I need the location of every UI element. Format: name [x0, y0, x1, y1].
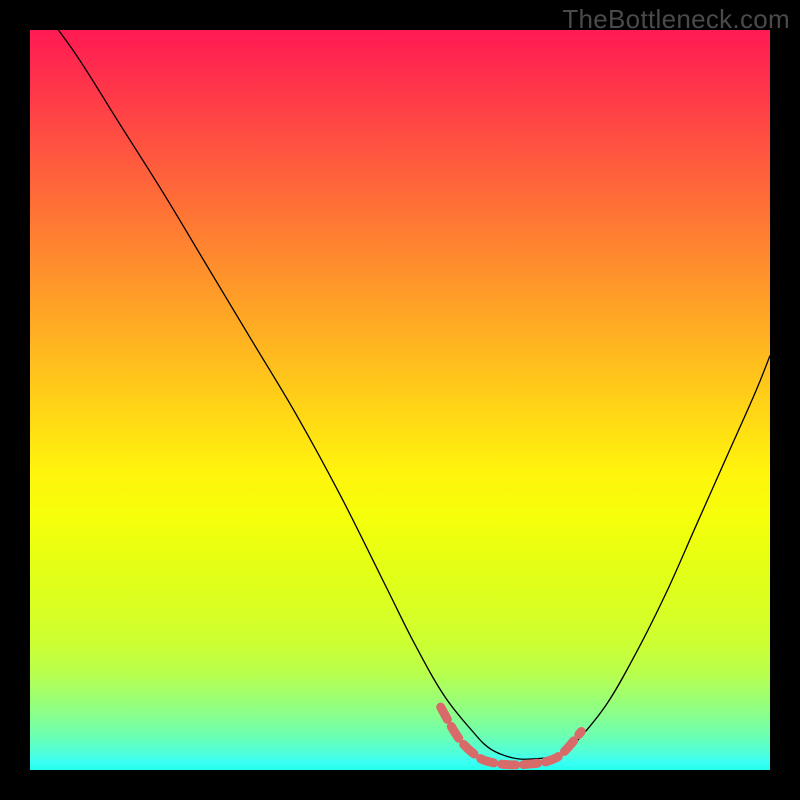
- series-curve: [30, 30, 770, 759]
- chart-svg: [30, 30, 770, 770]
- series-trough-marker: [441, 707, 582, 765]
- chart-stage: TheBottleneck.com: [0, 0, 800, 800]
- plot-area: [30, 30, 770, 770]
